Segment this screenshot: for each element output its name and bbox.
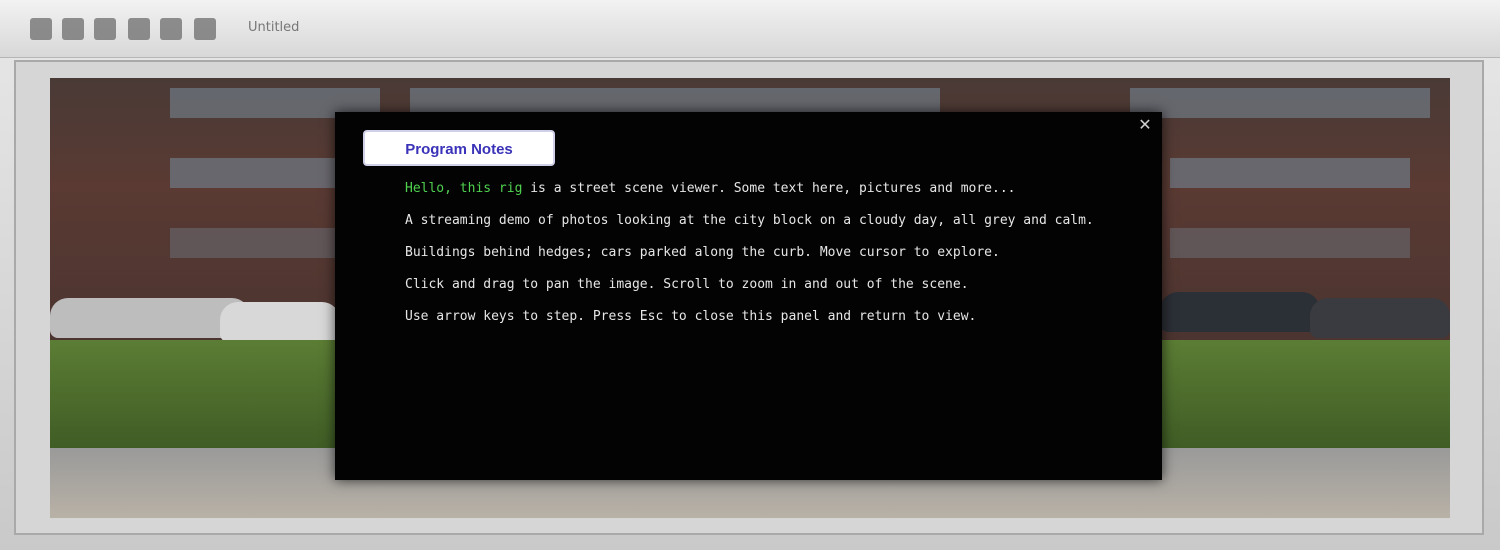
dialog-line-highlight: Hello, this rig bbox=[405, 181, 523, 196]
dialog-line-text: is a street scene viewer. Some text here… bbox=[522, 181, 1016, 196]
dialog-line: Hello, this rig is a street scene viewer… bbox=[405, 178, 1095, 200]
info-dialog: ✕ Program Notes Hello, this rig is a str… bbox=[335, 112, 1162, 480]
toolbar-button-3[interactable] bbox=[94, 18, 116, 40]
dialog-line-text: A streaming demo of photos looking at th… bbox=[405, 213, 1094, 228]
toolbar-button-4[interactable] bbox=[128, 18, 150, 40]
window-row bbox=[1170, 228, 1410, 258]
dialog-line: Buildings behind hedges; cars parked alo… bbox=[405, 242, 1095, 264]
dialog-title-button[interactable]: Program Notes bbox=[363, 130, 555, 166]
dialog-line: A streaming demo of photos looking at th… bbox=[405, 210, 1095, 232]
toolbar-button-2[interactable] bbox=[62, 18, 84, 40]
toolbar: Untitled bbox=[0, 0, 1500, 58]
car-dark-2 bbox=[1310, 298, 1450, 338]
dialog-line: Use arrow keys to step. Press Esc to clo… bbox=[405, 306, 1095, 328]
close-icon[interactable]: ✕ bbox=[1134, 114, 1156, 136]
window-row bbox=[1130, 88, 1430, 118]
toolbar-button-1[interactable] bbox=[30, 18, 52, 40]
car-white bbox=[220, 302, 340, 342]
dialog-line-text: Use arrow keys to step. Press Esc to clo… bbox=[405, 309, 977, 324]
toolbar-title: Untitled bbox=[248, 20, 300, 35]
app-window: Untitled ✕ Program Notes Hello, this rig… bbox=[0, 0, 1500, 550]
car-dark bbox=[1160, 292, 1320, 332]
toolbar-button-6[interactable] bbox=[194, 18, 216, 40]
dialog-line: Click and drag to pan the image. Scroll … bbox=[405, 274, 1095, 296]
dialog-line-text: Click and drag to pan the image. Scroll … bbox=[405, 277, 969, 292]
toolbar-button-5[interactable] bbox=[160, 18, 182, 40]
dialog-body: Hello, this rig is a street scene viewer… bbox=[405, 178, 1095, 338]
dialog-line-text: Buildings behind hedges; cars parked alo… bbox=[405, 245, 1000, 260]
window-row bbox=[1170, 158, 1410, 188]
